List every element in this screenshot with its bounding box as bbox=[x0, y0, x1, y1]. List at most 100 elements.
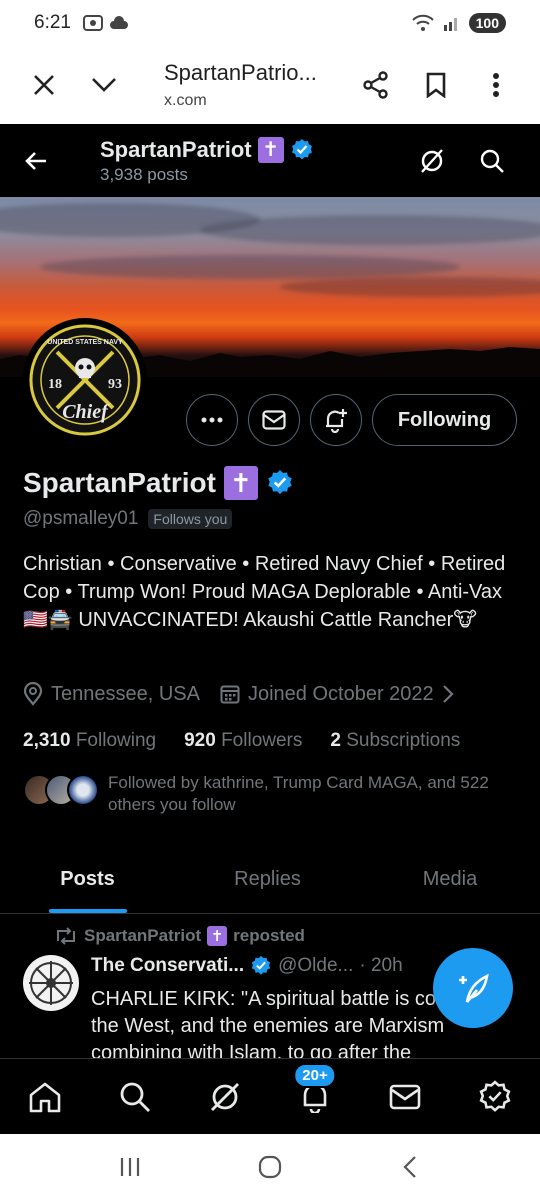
message-button[interactable] bbox=[248, 394, 300, 446]
post-author-name[interactable]: The Conservati... bbox=[91, 955, 244, 977]
profile-bio: Christian • Conservative • Retired Navy … bbox=[23, 553, 506, 631]
avatar-year-right: 93 bbox=[108, 377, 122, 392]
repost-indicator: SpartanPatriot ✝ reposted bbox=[54, 926, 305, 946]
android-nav-bar bbox=[0, 1134, 540, 1200]
signal-icon bbox=[443, 18, 457, 31]
profile-header-bar: SpartanPatriot ✝ 3,938 posts bbox=[0, 124, 540, 197]
navy-chief-emblem: UNITED STATES NAVY 18 93 Chief bbox=[29, 324, 141, 436]
home-button[interactable] bbox=[240, 1142, 300, 1192]
post-count: 3,938 posts bbox=[100, 164, 188, 184]
followed-by-text: Followed by kathrine, Trump Card MAGA, a… bbox=[108, 773, 489, 814]
joined-date-link[interactable]: Joined October 2022 bbox=[220, 683, 454, 706]
chevron-down-icon bbox=[92, 78, 116, 92]
follower-avatar bbox=[67, 774, 99, 806]
cross-badge-icon: ✝ bbox=[223, 466, 258, 500]
back-chevron-icon bbox=[403, 1156, 416, 1178]
profile-name: SpartanPatriot bbox=[23, 467, 216, 498]
nav-messages[interactable] bbox=[375, 1067, 435, 1127]
followed-by-row[interactable]: Followed by kathrine, Trump Card MAGA, a… bbox=[23, 772, 508, 816]
bottom-navigation: 20+ bbox=[0, 1058, 540, 1134]
bookmark-button[interactable] bbox=[406, 55, 466, 115]
nav-grok[interactable] bbox=[195, 1067, 255, 1127]
verified-badge-icon bbox=[290, 138, 314, 162]
nav-verified-orgs[interactable] bbox=[465, 1067, 525, 1127]
envelope-icon bbox=[262, 410, 286, 430]
recents-icon bbox=[120, 1158, 140, 1176]
envelope-icon bbox=[389, 1084, 421, 1109]
verified-badge-icon bbox=[250, 955, 272, 977]
wifi-icon bbox=[411, 14, 434, 31]
followers-count-link[interactable]: 920 Followers bbox=[184, 730, 302, 752]
page-url: x.com bbox=[164, 91, 207, 109]
grok-icon bbox=[421, 148, 443, 173]
calendar-icon bbox=[220, 685, 240, 704]
share-button[interactable] bbox=[346, 55, 406, 115]
profile-tabs: Posts Replies Media bbox=[0, 846, 540, 914]
recents-button[interactable] bbox=[100, 1142, 160, 1192]
nav-search[interactable] bbox=[105, 1067, 165, 1127]
share-icon bbox=[363, 71, 388, 99]
bell-plus-icon bbox=[326, 409, 347, 433]
chevron-right-icon bbox=[442, 685, 454, 703]
nav-home[interactable] bbox=[15, 1067, 75, 1127]
more-options-button[interactable] bbox=[186, 394, 238, 446]
browser-title-block[interactable]: SpartanPatrio... x.com bbox=[164, 60, 346, 110]
cross-badge-icon: ✝ bbox=[207, 926, 228, 946]
post-author-avatar[interactable] bbox=[23, 955, 79, 1011]
minimize-tab-button[interactable] bbox=[74, 55, 134, 115]
avatar-text-top: UNITED STATES NAVY bbox=[47, 339, 123, 346]
tab-media[interactable]: Media bbox=[360, 846, 540, 913]
header-name: SpartanPatriot bbox=[100, 136, 252, 162]
grok-button[interactable] bbox=[402, 131, 462, 191]
search-icon bbox=[480, 149, 504, 173]
post-time: · 20h bbox=[359, 955, 403, 976]
status-bar: 6:21 100 bbox=[0, 0, 540, 46]
profile-avatar[interactable]: UNITED STATES NAVY 18 93 Chief bbox=[23, 318, 147, 442]
compose-feather-icon bbox=[459, 973, 489, 1003]
search-icon bbox=[120, 1082, 150, 1112]
location-icon bbox=[23, 682, 43, 706]
nav-notifications[interactable]: 20+ bbox=[285, 1062, 345, 1127]
more-vertical-icon bbox=[493, 73, 499, 97]
repost-label: reposted bbox=[233, 926, 305, 945]
browser-toolbar: SpartanPatrio... x.com bbox=[0, 46, 540, 124]
close-tab-button[interactable] bbox=[14, 55, 74, 115]
profile-joined: Joined October 2022 bbox=[247, 682, 434, 705]
more-horizontal-icon bbox=[201, 417, 223, 423]
notify-button[interactable] bbox=[310, 394, 362, 446]
battery-indicator: 100 bbox=[468, 13, 506, 33]
verified-orgs-icon bbox=[479, 1079, 511, 1112]
follows-you-badge: Follows you bbox=[148, 509, 233, 529]
avatar-year-left: 18 bbox=[48, 377, 62, 392]
compose-post-button[interactable] bbox=[433, 948, 513, 1028]
status-time: 6:21 bbox=[34, 12, 71, 33]
subscriptions-count-link[interactable]: 2 Subscriptions bbox=[330, 730, 460, 752]
page-title: SpartanPatrio... bbox=[164, 60, 317, 86]
tab-posts[interactable]: Posts bbox=[0, 846, 175, 913]
profile-handle: @psmalley01 bbox=[23, 508, 139, 529]
avatar-rank: Chief bbox=[62, 401, 110, 423]
home-circle-icon bbox=[258, 1155, 282, 1179]
active-tab-indicator bbox=[48, 909, 127, 913]
tab-replies[interactable]: Replies bbox=[175, 846, 360, 913]
notifications-badge: 20+ bbox=[293, 1062, 337, 1088]
profile-location: Tennessee, USA bbox=[51, 682, 200, 705]
verified-badge-icon bbox=[266, 469, 294, 497]
cross-badge-icon: ✝ bbox=[257, 136, 284, 163]
following-button[interactable]: Following bbox=[372, 394, 517, 446]
search-button[interactable] bbox=[462, 131, 522, 191]
screenshot-icon bbox=[82, 15, 103, 31]
bookmark-icon bbox=[426, 72, 446, 98]
following-count-link[interactable]: 2,310 Following bbox=[23, 730, 156, 752]
repost-icon bbox=[57, 927, 75, 945]
more-menu-button[interactable] bbox=[466, 55, 526, 115]
home-icon bbox=[29, 1082, 61, 1112]
post-author-handle: @Olde... bbox=[278, 955, 354, 976]
back-nav-button[interactable] bbox=[380, 1142, 440, 1192]
arrow-left-icon bbox=[25, 151, 46, 170]
close-icon bbox=[34, 75, 54, 95]
back-button[interactable] bbox=[0, 125, 72, 197]
grok-icon bbox=[211, 1082, 239, 1111]
repost-author: SpartanPatriot bbox=[84, 926, 202, 945]
cloud-icon bbox=[109, 16, 128, 29]
